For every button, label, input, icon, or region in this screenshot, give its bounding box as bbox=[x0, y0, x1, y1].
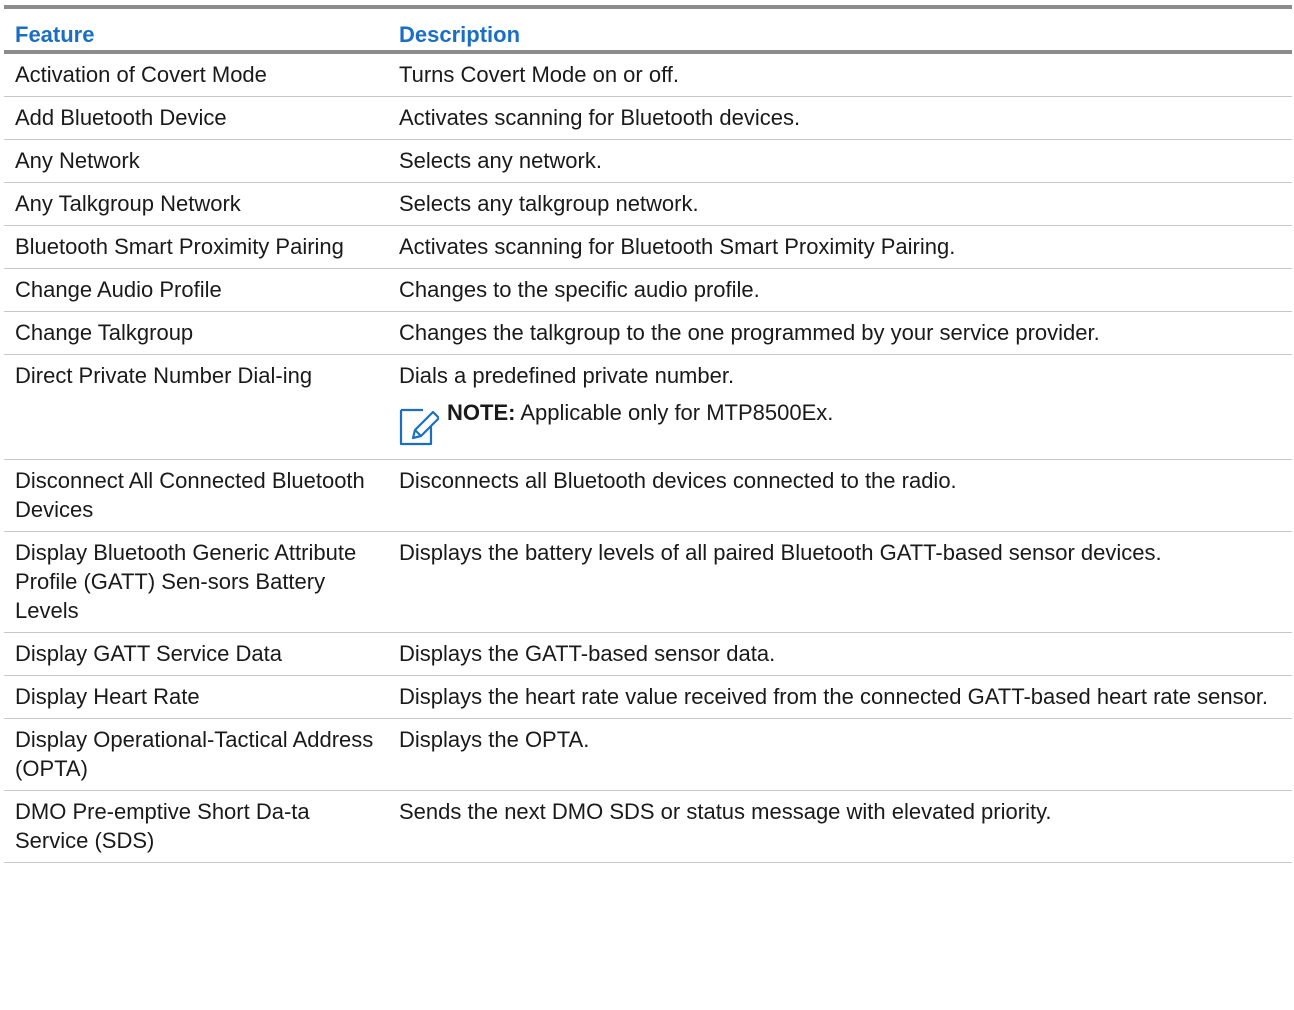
description-cell: Disconnects all Bluetooth devices connec… bbox=[399, 468, 957, 493]
feature-cell: Display GATT Service Data bbox=[15, 641, 282, 666]
description-cell: Dials a predefined private number. NOTE:… bbox=[386, 355, 1292, 460]
document-page: Feature Description Activation of Covert… bbox=[0, 0, 1294, 1010]
description-cell: Displays the heart rate value received f… bbox=[399, 684, 1269, 709]
table-row: Bluetooth Smart Proximity Pairing Activa… bbox=[4, 226, 1292, 269]
feature-cell: Disconnect All Connected Bluetooth Devic… bbox=[15, 468, 365, 522]
feature-cell: Activation of Covert Mode bbox=[15, 62, 267, 87]
description-cell: Displays the battery levels of all paire… bbox=[399, 540, 1162, 565]
feature-cell: Change Talkgroup bbox=[15, 320, 194, 345]
table-header: Feature Description bbox=[4, 7, 1292, 52]
description-cell: Activates scanning for Bluetooth Smart P… bbox=[399, 234, 956, 259]
feature-cell: Change Audio Profile bbox=[15, 277, 222, 302]
description-cell: Displays the OPTA. bbox=[399, 727, 590, 752]
description-cell: Changes the talkgroup to the one program… bbox=[399, 320, 1100, 345]
feature-cell: Direct Private Number Dial-ing bbox=[15, 363, 313, 388]
header-feature: Feature bbox=[15, 22, 95, 47]
table-row: Any Network Selects any network. bbox=[4, 140, 1292, 183]
description-cell: Activates scanning for Bluetooth devices… bbox=[399, 105, 801, 130]
table-row: DMO Pre-emptive Short Da-ta Service (SDS… bbox=[4, 791, 1292, 863]
note-text-block: NOTE: Applicable only for MTP8500Ex. bbox=[447, 398, 833, 427]
description-cell: Changes to the specific audio profile. bbox=[399, 277, 760, 302]
description-cell: Turns Covert Mode on or off. bbox=[399, 62, 680, 87]
table-row: Change Audio Profile Changes to the spec… bbox=[4, 269, 1292, 312]
table-row: Add Bluetooth Device Activates scanning … bbox=[4, 97, 1292, 140]
feature-cell: Bluetooth Smart Proximity Pairing bbox=[15, 234, 344, 259]
description-cell: Selects any network. bbox=[399, 148, 602, 173]
description-text: Dials a predefined private number. bbox=[399, 363, 735, 388]
note-label: NOTE: bbox=[447, 400, 516, 425]
header-description: Description bbox=[399, 22, 521, 47]
feature-cell: Display Heart Rate bbox=[15, 684, 200, 709]
table-row: Direct Private Number Dial-ing Dials a p… bbox=[4, 355, 1292, 460]
table-row: Activation of Covert Mode Turns Covert M… bbox=[4, 52, 1292, 97]
feature-cell: Add Bluetooth Device bbox=[15, 105, 227, 130]
description-cell: Displays the GATT-based sensor data. bbox=[399, 641, 776, 666]
table-row: Any Talkgroup Network Selects any talkgr… bbox=[4, 183, 1292, 226]
feature-cell: Any Talkgroup Network bbox=[15, 191, 241, 216]
table-row: Display GATT Service Data Displays the G… bbox=[4, 633, 1292, 676]
table-row: Display Heart Rate Displays the heart ra… bbox=[4, 676, 1292, 719]
feature-cell: Display Bluetooth Generic Attribute Prof… bbox=[15, 540, 357, 623]
table-row: Display Bluetooth Generic Attribute Prof… bbox=[4, 532, 1292, 633]
note-callout: NOTE: Applicable only for MTP8500Ex. bbox=[399, 398, 1282, 446]
note-text: Applicable only for MTP8500Ex. bbox=[515, 400, 834, 425]
table-row: Change Talkgroup Changes the talkgroup t… bbox=[4, 312, 1292, 355]
table-row: Display Operational-Tactical Address (OP… bbox=[4, 719, 1292, 791]
feature-cell: Display Operational-Tactical Address (OP… bbox=[15, 727, 374, 781]
note-pencil-icon bbox=[399, 408, 439, 446]
description-cell: Selects any talkgroup network. bbox=[399, 191, 699, 216]
feature-cell: Any Network bbox=[15, 148, 140, 173]
feature-cell: DMO Pre-emptive Short Da-ta Service (SDS… bbox=[15, 799, 310, 853]
feature-table: Feature Description Activation of Covert… bbox=[4, 5, 1292, 863]
description-cell: Sends the next DMO SDS or status message… bbox=[399, 799, 1052, 824]
header-row: Feature Description bbox=[4, 7, 1292, 52]
table-row: Disconnect All Connected Bluetooth Devic… bbox=[4, 460, 1292, 532]
